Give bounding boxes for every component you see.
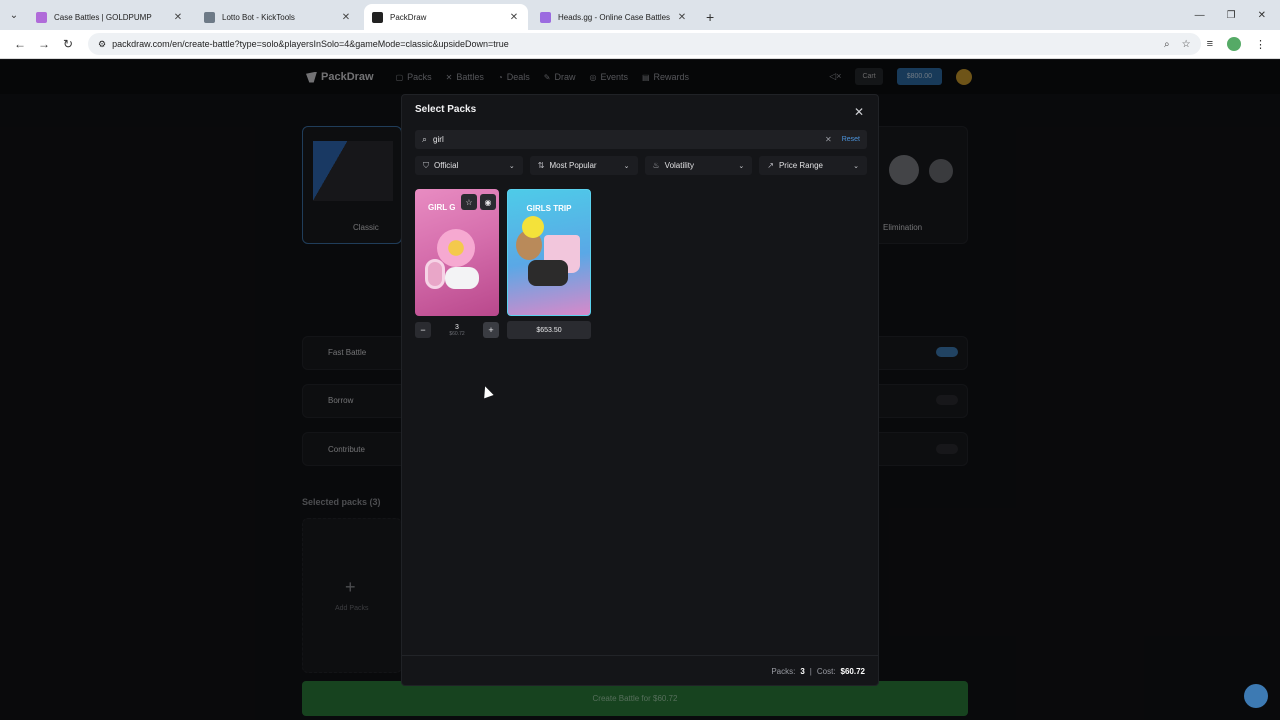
pack-title: GIRLS TRIP [526, 204, 572, 213]
browser-tab-packdraw[interactable]: PackDraw ✕ [364, 4, 528, 30]
preview-eye-icon[interactable]: ◉ [480, 194, 496, 210]
filter-official[interactable]: ⛉ Official ⌄ [415, 156, 523, 175]
browser-tab-heads[interactable]: Heads.gg - Online Case Battles ✕ [532, 4, 696, 30]
packs-count: 3 [800, 666, 805, 676]
sort-icon: ⇅ [537, 161, 545, 170]
maximize-icon[interactable]: ❐ [1227, 10, 1236, 21]
chat-support-icon[interactable] [1244, 684, 1268, 708]
select-packs-modal: Select Packs ✕ ⌕ girl ✕ Reset ⛉ Official ⌄… [401, 94, 879, 686]
browser-nav-bar: ← → ↻ ⚙ packdraw.com/en/create-battle?ty… [0, 30, 1280, 59]
tab-title: Lotto Bot - KickTools [222, 12, 295, 22]
filter-sort[interactable]: ⇅ Most Popular ⌄ [529, 156, 638, 175]
controller-art [445, 267, 479, 289]
search-icon: ⌕ [422, 134, 428, 144]
cost-value: $60.72 [840, 666, 865, 676]
site-viewport: PackDraw ▢ Packs ✕ Battles ◔ Deals ✎ Draw ◎ E… [0, 60, 1280, 720]
close-tab-icon[interactable]: ✕ [508, 12, 520, 23]
pack-quantity-controls: − 3 $60.72 + [415, 321, 499, 339]
trend-icon: ↗ [767, 161, 774, 170]
modal-footer: Packs: 3 | Cost: $60.72 [402, 655, 878, 686]
packdraw-favicon-icon [372, 11, 383, 23]
clear-search-icon[interactable]: ✕ [825, 135, 832, 144]
filter-label: Official [434, 161, 459, 170]
pack-price-button[interactable]: $653.50 [507, 321, 591, 339]
flame-icon: ♨ [652, 161, 660, 170]
filter-row: ⛉ Official ⌄ ⇅ Most Popular ⌄ ♨ Volatility ⌄ ↗… [415, 156, 867, 175]
browser-tab-kicktools[interactable]: Lotto Bot - KickTools ✕ [196, 4, 360, 30]
chevron-down-icon: ⌄ [738, 162, 745, 170]
goldpump-favicon-icon [36, 11, 47, 23]
sandals-art [528, 260, 568, 286]
minimize-icon[interactable]: — [1195, 10, 1205, 21]
quantity-value: 3 [455, 323, 459, 331]
forward-icon[interactable]: → [32, 37, 56, 51]
bookmark-star-icon[interactable]: ☆ [1182, 39, 1191, 50]
site-info-icon[interactable]: ⚙ [98, 39, 106, 50]
zoom-icon[interactable]: ⌕ [1164, 39, 1170, 50]
close-modal-icon[interactable]: ✕ [854, 105, 864, 119]
close-tab-icon[interactable]: ✕ [676, 12, 688, 23]
pack-card-girls-trip[interactable]: GIRLS TRIP [507, 189, 591, 316]
browser-tab-bar: ⌄ Case Battles | GOLDPUMP ✕ Lotto Bot - … [0, 0, 1280, 30]
close-tab-icon[interactable]: ✕ [172, 12, 184, 23]
packs-label: Packs: [771, 666, 796, 676]
back-icon[interactable]: ← [8, 37, 32, 51]
heads-favicon-icon [540, 11, 551, 23]
filter-volatility[interactable]: ♨ Volatility ⌄ [644, 156, 753, 175]
tab-title: Case Battles | GOLDPUMP [54, 12, 152, 22]
filter-label: Most Popular [549, 161, 597, 170]
quantity-subtotal: $60.72 [449, 330, 465, 337]
chevron-down-icon: ⌄ [508, 162, 515, 170]
cost-label: Cost: [816, 666, 836, 676]
decrease-quantity-button[interactable]: − [415, 322, 431, 338]
address-bar[interactable]: ⚙ packdraw.com/en/create-battle?type=sol… [88, 33, 1201, 55]
tab-search-icon[interactable]: ⌄ [0, 0, 28, 30]
extensions-icon[interactable]: ≡ [1207, 38, 1213, 50]
favorite-star-icon[interactable]: ☆ [461, 194, 477, 210]
headphones-art [425, 259, 445, 289]
modal-title: Select Packs [415, 104, 477, 115]
filter-label: Price Range [778, 161, 823, 170]
footer-divider: | [809, 666, 812, 676]
reset-button[interactable]: Reset [842, 136, 860, 143]
profile-avatar[interactable] [1227, 37, 1241, 51]
chevron-down-icon: ⌄ [853, 162, 859, 170]
new-tab-icon[interactable]: + [706, 4, 714, 30]
tab-title: PackDraw [390, 12, 427, 22]
reload-icon[interactable]: ↻ [56, 37, 80, 51]
filter-price-range[interactable]: ↗ Price Range ⌄ [759, 156, 867, 175]
increase-quantity-button[interactable]: + [482, 322, 499, 338]
close-tab-icon[interactable]: ✕ [340, 12, 352, 23]
filter-label: Volatility [664, 161, 695, 170]
smiley-art [522, 216, 544, 238]
pack-card-girl-gamer[interactable]: GIRL G ☆ ◉ [415, 189, 499, 316]
flower-art [437, 229, 475, 267]
quantity-display: 3 $60.72 [449, 324, 464, 337]
close-window-icon[interactable]: ✕ [1258, 10, 1266, 21]
browser-menu-icon[interactable]: ⋮ [1255, 38, 1266, 51]
tab-title: Heads.gg - Online Case Battles [558, 12, 671, 22]
window-controls: — ❐ ✕ [1195, 0, 1280, 30]
search-value[interactable]: girl [433, 135, 825, 144]
url-text: packdraw.com/en/create-battle?type=solo&… [112, 39, 509, 49]
kicktools-favicon-icon [204, 11, 215, 23]
chevron-down-icon: ⌄ [623, 162, 630, 170]
pack-search-input[interactable]: ⌕ girl ✕ Reset [415, 130, 867, 149]
official-icon: ⛉ [423, 160, 429, 170]
browser-tab-goldpump[interactable]: Case Battles | GOLDPUMP ✕ [28, 4, 192, 30]
